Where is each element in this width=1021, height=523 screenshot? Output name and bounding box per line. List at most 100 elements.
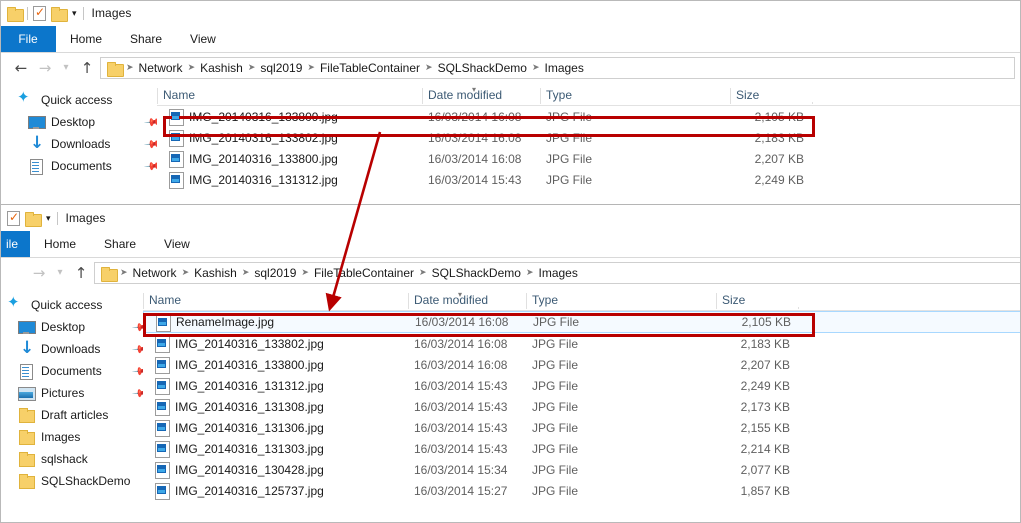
nav-item-draft-articles[interactable]: Draft articles [0, 404, 143, 426]
column-header-size[interactable]: Size [730, 88, 812, 105]
column-divider [812, 102, 813, 104]
table-row[interactable]: IMG_20140316_133802.jpg 16/03/2014 16:08 J… [157, 127, 1021, 148]
nav-item-sqlshack[interactable]: sqlshack [0, 448, 143, 470]
tab-view[interactable]: View [150, 231, 204, 257]
forward-icon[interactable]: → [34, 60, 56, 76]
cell-size: 2,105 KB [741, 315, 791, 329]
nav-item-pictures[interactable]: Pictures 📌 [0, 382, 150, 404]
cell-type: JPG File [546, 130, 593, 145]
column-header-label: Type [546, 88, 573, 102]
new-folder-icon[interactable] [25, 211, 42, 227]
table-row[interactable]: IMG_20140316_133800.jpg 16/03/2014 16:08 J… [143, 354, 1021, 375]
nav-item-label: Quick access [31, 298, 103, 312]
downloads-icon [18, 338, 34, 358]
table-row[interactable]: RenameImage.jpg 16/03/2014 16:08 JPG File 2… [143, 311, 1021, 333]
nav-item-downloads[interactable]: Downloads 📌 [0, 133, 162, 155]
nav-item-documents[interactable]: Documents 📌 [0, 155, 162, 177]
tab-home[interactable]: Home [30, 231, 90, 257]
chevron-down-icon[interactable]: ▾ [71, 8, 78, 18]
tab-file[interactable]: ile [0, 231, 30, 257]
table-row[interactable]: IMG_20140316_131312.jpg 16/03/2014 15:43 J… [143, 375, 1021, 396]
column-header-type[interactable]: Type [540, 88, 730, 105]
quick-access-toolbar[interactable]: ▾ Images [0, 205, 105, 231]
nav-item-desktop[interactable]: Desktop 📌 [0, 111, 162, 133]
jpg-file-icon [169, 172, 184, 189]
nav-item-quick-access[interactable]: Quick access [0, 293, 143, 316]
cell-name: IMG_20140316_131312.jpg [157, 172, 422, 189]
table-row[interactable]: IMG_20140316_133802.jpg 16/03/2014 16:08 J… [143, 333, 1021, 354]
table-row[interactable]: IMG_20140316_130428.jpg 16/03/2014 15:34 J… [143, 459, 1021, 480]
nav-item-sqlshackdemo[interactable]: SQLShackDemo [0, 470, 143, 492]
nav-item-label: Documents [41, 364, 102, 378]
cell-type: JPG File [546, 109, 593, 124]
properties-icon[interactable] [33, 5, 46, 21]
properties-icon[interactable] [7, 210, 20, 226]
back-icon[interactable]: ← [10, 60, 32, 76]
breadcrumb-item[interactable]: FileTableContainer [309, 266, 419, 280]
table-row[interactable]: IMG_20140316_133809.jpg 16/03/2014 16:08 J… [157, 106, 1021, 127]
tab-share[interactable]: Share [116, 26, 176, 52]
new-folder-icon[interactable] [51, 6, 68, 22]
file-list-pane: Name ▾ Date modified Type Size [143, 288, 1021, 501]
column-divider [422, 88, 423, 104]
column-header-size[interactable]: Size [716, 293, 798, 310]
jpg-file-icon [155, 336, 170, 353]
breadcrumb-item[interactable]: sql2019 [255, 61, 307, 75]
breadcrumb-item[interactable]: Kashish [195, 61, 248, 75]
forward-icon[interactable]: → [28, 265, 50, 281]
recent-locations-icon[interactable]: ▾ [52, 268, 68, 278]
breadcrumb-item[interactable]: Network [128, 266, 182, 280]
breadcrumb-item[interactable]: Images [533, 266, 582, 280]
breadcrumb-item[interactable]: sql2019 [249, 266, 301, 280]
up-icon[interactable]: ↑ [76, 60, 98, 76]
table-row[interactable]: IMG_20140316_131308.jpg 16/03/2014 15:43 J… [143, 396, 1021, 417]
breadcrumb-item[interactable]: SQLShackDemo [427, 266, 526, 280]
breadcrumb-item[interactable]: SQLShackDemo [433, 61, 532, 75]
nav-item-images[interactable]: Images [0, 426, 143, 448]
nav-item-quick-access[interactable]: Quick access [0, 88, 157, 111]
jpg-file-icon [155, 357, 170, 374]
file-name-label: IMG_20140316_125737.jpg [175, 483, 324, 498]
table-row[interactable]: IMG_20140316_125737.jpg 16/03/2014 15:27 J… [143, 480, 1021, 501]
cell-type: JPG File [533, 315, 580, 329]
breadcrumb-separator-icon: ➤ [181, 268, 190, 278]
tab-share[interactable]: Share [90, 231, 150, 257]
recent-locations-icon[interactable]: ▾ [58, 63, 74, 73]
file-name-label: IMG_20140316_131308.jpg [175, 399, 324, 414]
tab-file[interactable]: File [0, 26, 56, 52]
column-header-date-modified[interactable]: ▾ Date modified [422, 85, 540, 105]
navigation-list: Quick access Desktop📌Downloads📌Documents📌… [0, 288, 150, 492]
breadcrumb-folder-icon [107, 61, 124, 77]
up-icon[interactable]: ↑ [70, 265, 92, 281]
quick-access-toolbar[interactable]: ▾ Images [0, 0, 131, 26]
nav-item-desktop[interactable]: Desktop 📌 [0, 316, 150, 338]
nav-item-downloads[interactable]: Downloads📌 [0, 338, 150, 360]
table-row[interactable]: IMG_20140316_133800.jpg 16/03/2014 16:08 J… [157, 148, 1021, 169]
nav-item-label: Desktop [51, 115, 96, 129]
file-name-label: IMG_20140316_130428.jpg [175, 462, 324, 477]
cell-size: 2,249 KB [754, 172, 804, 187]
breadcrumb-separator-icon: ➤ [247, 63, 256, 73]
breadcrumb-item[interactable]: FileTableContainer [315, 61, 425, 75]
breadcrumb-item[interactable]: Kashish [189, 266, 242, 280]
breadcrumb[interactable]: ➤ Network ➤ Kashish ➤ sql2019 ➤ FileTabl… [94, 262, 1021, 284]
column-header-name[interactable]: Name [157, 88, 422, 105]
column-header-date-modified[interactable]: ▾ Date modified [408, 290, 526, 310]
breadcrumb-item[interactable]: Network [134, 61, 188, 75]
tab-home[interactable]: Home [56, 26, 116, 52]
table-row[interactable]: IMG_20140316_131312.jpg 16/03/2014 15:43 J… [157, 169, 1021, 190]
breadcrumb[interactable]: ➤ Network ➤ Kashish ➤ sql2019 ➤ FileTabl… [100, 57, 1015, 79]
file-name-label: IMG_20140316_131312.jpg [189, 172, 338, 187]
cell-date-modified: 16/03/2014 15:43 [414, 378, 508, 393]
chevron-down-icon[interactable]: ▾ [45, 213, 52, 223]
table-row[interactable]: IMG_20140316_131306.jpg 16/03/2014 15:43 J… [143, 417, 1021, 438]
cell-type: JPG File [532, 336, 579, 351]
nav-item-documents[interactable]: Documents 📌 [0, 360, 150, 382]
breadcrumb-item[interactable]: Images [539, 61, 588, 75]
tab-view[interactable]: View [176, 26, 230, 52]
toolbar-divider [82, 6, 84, 20]
column-header-type[interactable]: Type [526, 293, 716, 310]
table-row[interactable]: IMG_20140316_131303.jpg 16/03/2014 15:43 J… [143, 438, 1021, 459]
column-header-name[interactable]: Name [143, 293, 408, 310]
file-name-label: IMG_20140316_133802.jpg [175, 336, 324, 351]
